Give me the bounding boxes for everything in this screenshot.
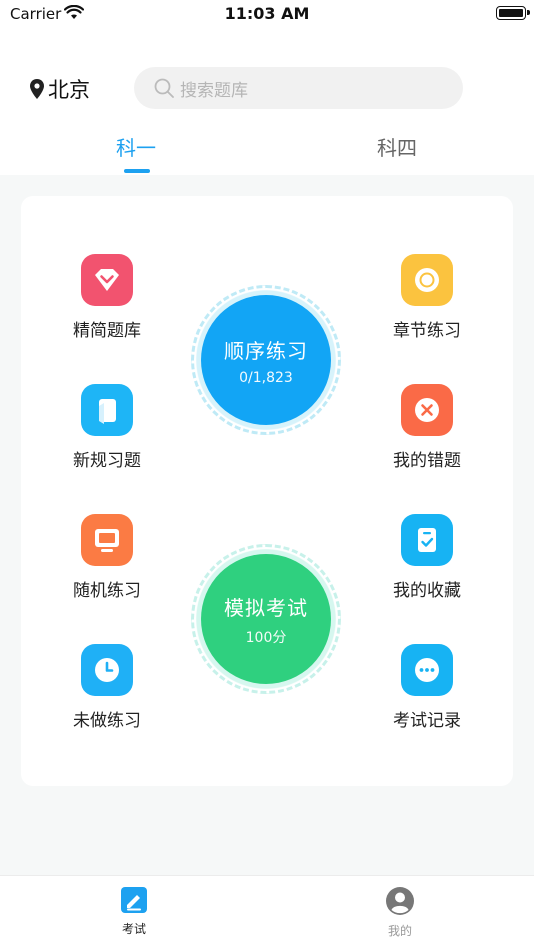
sequential-practice-button[interactable]: 顺序练习 0/1,823 [191,285,341,435]
mock-exam-button[interactable]: 模拟考试 100分 [191,544,341,694]
location-label: 北京 [48,78,90,102]
location-pin-icon [30,79,44,99]
search-icon [154,78,174,98]
item-label: 我的错题 [393,451,461,471]
bottom-tab-bar: 考试 我的 [0,875,534,950]
clock-time: 11:03 AM [224,4,310,23]
item-label: 新规习题 [73,451,141,471]
location-selector[interactable]: 北京 [30,74,90,104]
item-suiji-lianxi[interactable]: 随机练习 [47,514,167,601]
x-circle-icon [401,384,453,436]
tabbar-label-mine: 我的 [387,924,412,938]
item-jingjian-tiku[interactable]: 精简题库 [47,254,167,341]
tabbar-label-exam: 考试 [121,922,146,936]
clipboard-check-icon [401,514,453,566]
tab-ke4[interactable]: 科四 [347,132,447,161]
sequential-practice-title: 顺序练习 [224,338,308,363]
diamond-icon [81,254,133,306]
circle-target-icon [401,254,453,306]
practice-card: 精简题库 新规习题 随机练习 未做练习 章节练习 我的错题 我的收藏 考试记录 … [21,196,513,786]
status-bar: Carrier 11:03 AM [0,0,534,30]
item-label: 章节练习 [393,321,461,341]
item-xingui-xiti[interactable]: 新规习题 [47,384,167,471]
exam-edit-icon [121,887,147,913]
tabbar-item-exam[interactable]: 考试 [94,886,174,937]
mock-exam-core: 模拟考试 100分 [201,554,331,684]
item-zhangjie-lianxi[interactable]: 章节练习 [367,254,487,341]
item-kaoshi-jilu[interactable]: 考试记录 [367,644,487,731]
search-placeholder: 搜索题库 [180,80,248,101]
header: 北京 搜索题库 科一 科四 [0,30,534,175]
active-tab-indicator [124,169,150,173]
book-icon [81,384,133,436]
clock-icon [81,644,133,696]
tab-ke1[interactable]: 科一 [86,132,186,161]
search-input[interactable]: 搜索题库 [134,67,463,109]
ellipsis-icon [401,644,453,696]
monitor-icon [81,514,133,566]
battery-icon [496,6,530,20]
item-weizuo-lianxi[interactable]: 未做练习 [47,644,167,731]
mock-exam-title: 模拟考试 [224,595,308,620]
user-icon [386,887,414,915]
item-label: 未做练习 [73,711,141,731]
item-wode-shoucang[interactable]: 我的收藏 [367,514,487,601]
item-label: 精简题库 [73,321,141,341]
tabbar-item-mine[interactable]: 我的 [360,886,440,939]
item-label: 考试记录 [393,711,461,731]
mock-exam-score: 100分 [245,629,287,646]
sequential-practice-core: 顺序练习 0/1,823 [201,295,331,425]
sequential-practice-progress: 0/1,823 [239,369,293,386]
item-wode-cuoti[interactable]: 我的错题 [367,384,487,471]
item-label: 我的收藏 [393,581,461,601]
item-label: 随机练习 [73,581,141,601]
